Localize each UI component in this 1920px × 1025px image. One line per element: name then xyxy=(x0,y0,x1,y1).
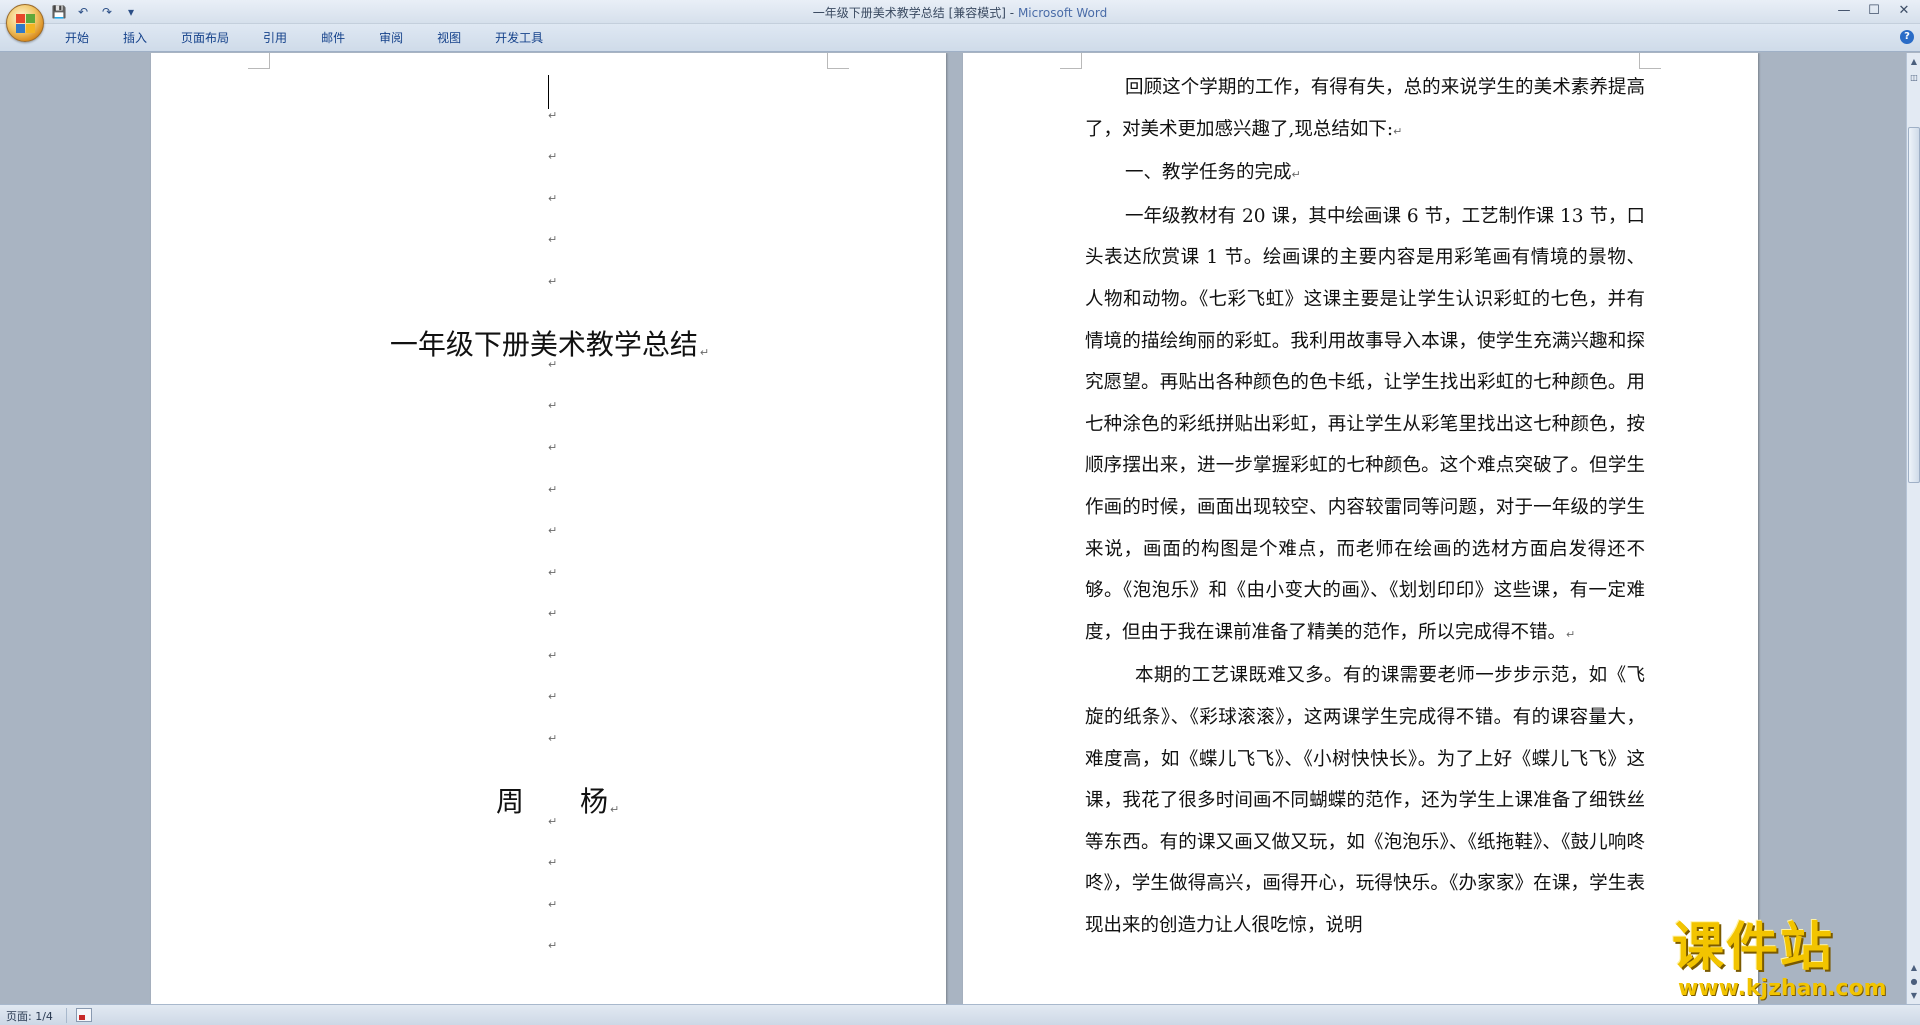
paragraph-mark: ↵ xyxy=(1393,124,1403,138)
tab-view[interactable]: 视图 xyxy=(420,29,478,47)
paragraph-mark: ↵ xyxy=(548,566,558,579)
browse-object-icon[interactable]: ● xyxy=(1908,975,1920,989)
window-title: 一年级下册美术教学总结 [兼容模式] - Microsoft Word xyxy=(0,4,1920,21)
paragraph-text: 回顾这个学期的工作，有得有失，总的来说学生的美术素养提高了，对美术更加感兴趣了,… xyxy=(1085,77,1645,140)
page-cover[interactable]: ↵ ↵ ↵ ↵ ↵ 一年级下册美术教学总结 ↵ ↵ ↵ ↵ ↵ ↵ ↵ ↵ ↵ ↵… xyxy=(151,53,946,1004)
title-bar: 💾 ↶ ↷ ▾ 一年级下册美术教学总结 [兼容模式] - Microsoft W… xyxy=(0,0,1920,24)
paragraph: 本期的工艺课既难又多。有的课需要老师一步步示范，如《飞旋的纸条》、《彩球滚滚》，… xyxy=(1085,655,1645,946)
paragraph-mark: ↵ xyxy=(548,939,558,952)
ribbon: 开始 插入 页面布局 引用 邮件 审阅 视图 开发工具 ? xyxy=(0,24,1920,52)
previous-page-icon[interactable]: ▲ xyxy=(1908,961,1920,975)
status-bar: 页面: 1/4 xyxy=(0,1004,1920,1025)
paragraph-text: 本期的工艺课既难又多。有的课需要老师一步步示范，如《飞旋的纸条》、《彩球滚滚》，… xyxy=(1085,665,1645,936)
paragraph-mark: ↵ xyxy=(548,233,558,246)
minimize-button[interactable]: — xyxy=(1834,2,1854,20)
watermark-text: 课件站 xyxy=(1672,918,1835,978)
paragraph-mark: ↵ xyxy=(548,898,558,911)
page-margin-corner xyxy=(827,53,849,69)
paragraph-mark: ↵ xyxy=(548,690,558,703)
tab-mailings[interactable]: 邮件 xyxy=(304,29,362,47)
paragraph-mark: ↵ xyxy=(548,109,558,122)
window-controls: — ☐ ✕ xyxy=(1834,2,1914,20)
paragraph-mark: ↵ xyxy=(548,275,558,288)
document-area[interactable]: ↵ ↵ ↵ ↵ ↵ 一年级下册美术教学总结 ↵ ↵ ↵ ↵ ↵ ↵ ↵ ↵ ↵ ↵… xyxy=(0,53,1906,1004)
body-text[interactable]: 回顾这个学期的工作，有得有失，总的来说学生的美术素养提高了，对美术更加感兴趣了,… xyxy=(1085,67,1645,946)
page-count[interactable]: 页面: 1/4 xyxy=(6,1008,53,1024)
text-cursor xyxy=(548,75,549,109)
paragraph: 一年级教材有 20 课，其中绘画课 6 节，工艺制作课 13 节，口头表达欣赏课… xyxy=(1085,196,1645,656)
paragraph-mark: ↵ xyxy=(1566,627,1576,641)
page-body[interactable]: 回顾这个学期的工作，有得有失，总的来说学生的美术素养提高了，对美术更加感兴趣了,… xyxy=(963,53,1758,1004)
help-icon[interactable]: ? xyxy=(1900,30,1914,44)
maximize-button[interactable]: ☐ xyxy=(1864,2,1884,20)
author-name: 周 杨 xyxy=(496,785,609,818)
paragraph-mark: ↵ xyxy=(699,346,710,359)
section-heading: 一、教学任务的完成↵ xyxy=(1085,152,1645,196)
paragraph-text: 一年级教材有 20 课，其中绘画课 6 节，工艺制作课 13 节，口头表达欣赏课… xyxy=(1085,205,1645,643)
paragraph-mark: ↵ xyxy=(548,815,558,828)
tab-insert[interactable]: 插入 xyxy=(106,29,164,47)
cover-title: 一年级下册美术教学总结 xyxy=(389,328,698,361)
author-line: 周 杨 ↵ xyxy=(496,780,620,820)
status-divider xyxy=(66,1008,67,1023)
tab-page-layout[interactable]: 页面布局 xyxy=(164,29,246,47)
paragraph-mark: ↵ xyxy=(548,483,558,496)
paragraph-mark: ↵ xyxy=(548,732,558,745)
office-button[interactable] xyxy=(6,4,44,42)
paragraph-mark: ↵ xyxy=(548,524,558,537)
tab-home[interactable]: 开始 xyxy=(48,29,106,47)
paragraph-mark: ↵ xyxy=(548,358,558,371)
section-heading-text: 一、教学任务的完成 xyxy=(1125,162,1292,184)
paragraph-mark: ↵ xyxy=(548,441,558,454)
paragraph-mark: ↵ xyxy=(548,150,558,163)
watermark-logo: 课件站 www.kjzhan.com xyxy=(1672,920,1902,1002)
scroll-up-icon[interactable]: ▲ xyxy=(1908,55,1920,69)
paragraph-mark: ↵ xyxy=(610,803,620,816)
macro-record-icon[interactable] xyxy=(76,1008,92,1022)
office-logo-icon xyxy=(16,14,36,34)
tab-review[interactable]: 审阅 xyxy=(362,29,420,47)
tab-references[interactable]: 引用 xyxy=(246,29,304,47)
close-button[interactable]: ✕ xyxy=(1894,2,1914,20)
cover-title-line: 一年级下册美术教学总结 ↵ xyxy=(151,323,946,363)
paragraph: 回顾这个学期的工作，有得有失，总的来说学生的美术素养提高了，对美术更加感兴趣了,… xyxy=(1085,67,1645,152)
title-separator: - xyxy=(1005,6,1018,20)
vertical-scrollbar[interactable]: ▲ ◫ ▲ ● ▼ xyxy=(1906,53,1920,1004)
watermark-url: www.kjzhan.com xyxy=(1678,976,1887,1001)
paragraph-mark: ↵ xyxy=(548,607,558,620)
paragraph-mark: ↵ xyxy=(548,856,558,869)
paragraph-mark: ↵ xyxy=(548,399,558,412)
paragraph-mark: ↵ xyxy=(548,649,558,662)
app-name: Microsoft Word xyxy=(1017,6,1108,20)
paragraph-mark: ↵ xyxy=(1291,168,1301,182)
page-margin-corner xyxy=(1060,53,1082,69)
paragraph-mark: ↵ xyxy=(548,192,558,205)
ribbon-tabs: 开始 插入 页面布局 引用 邮件 审阅 视图 开发工具 xyxy=(48,29,560,47)
tab-developer[interactable]: 开发工具 xyxy=(478,29,560,47)
next-page-icon[interactable]: ▼ xyxy=(1908,989,1920,1003)
scrollbar-thumb[interactable] xyxy=(1908,127,1920,483)
document-title: 一年级下册美术教学总结 [兼容模式] xyxy=(812,6,1006,20)
ruler-toggle-icon[interactable]: ◫ xyxy=(1908,71,1920,85)
page-margin-corner xyxy=(248,53,270,69)
